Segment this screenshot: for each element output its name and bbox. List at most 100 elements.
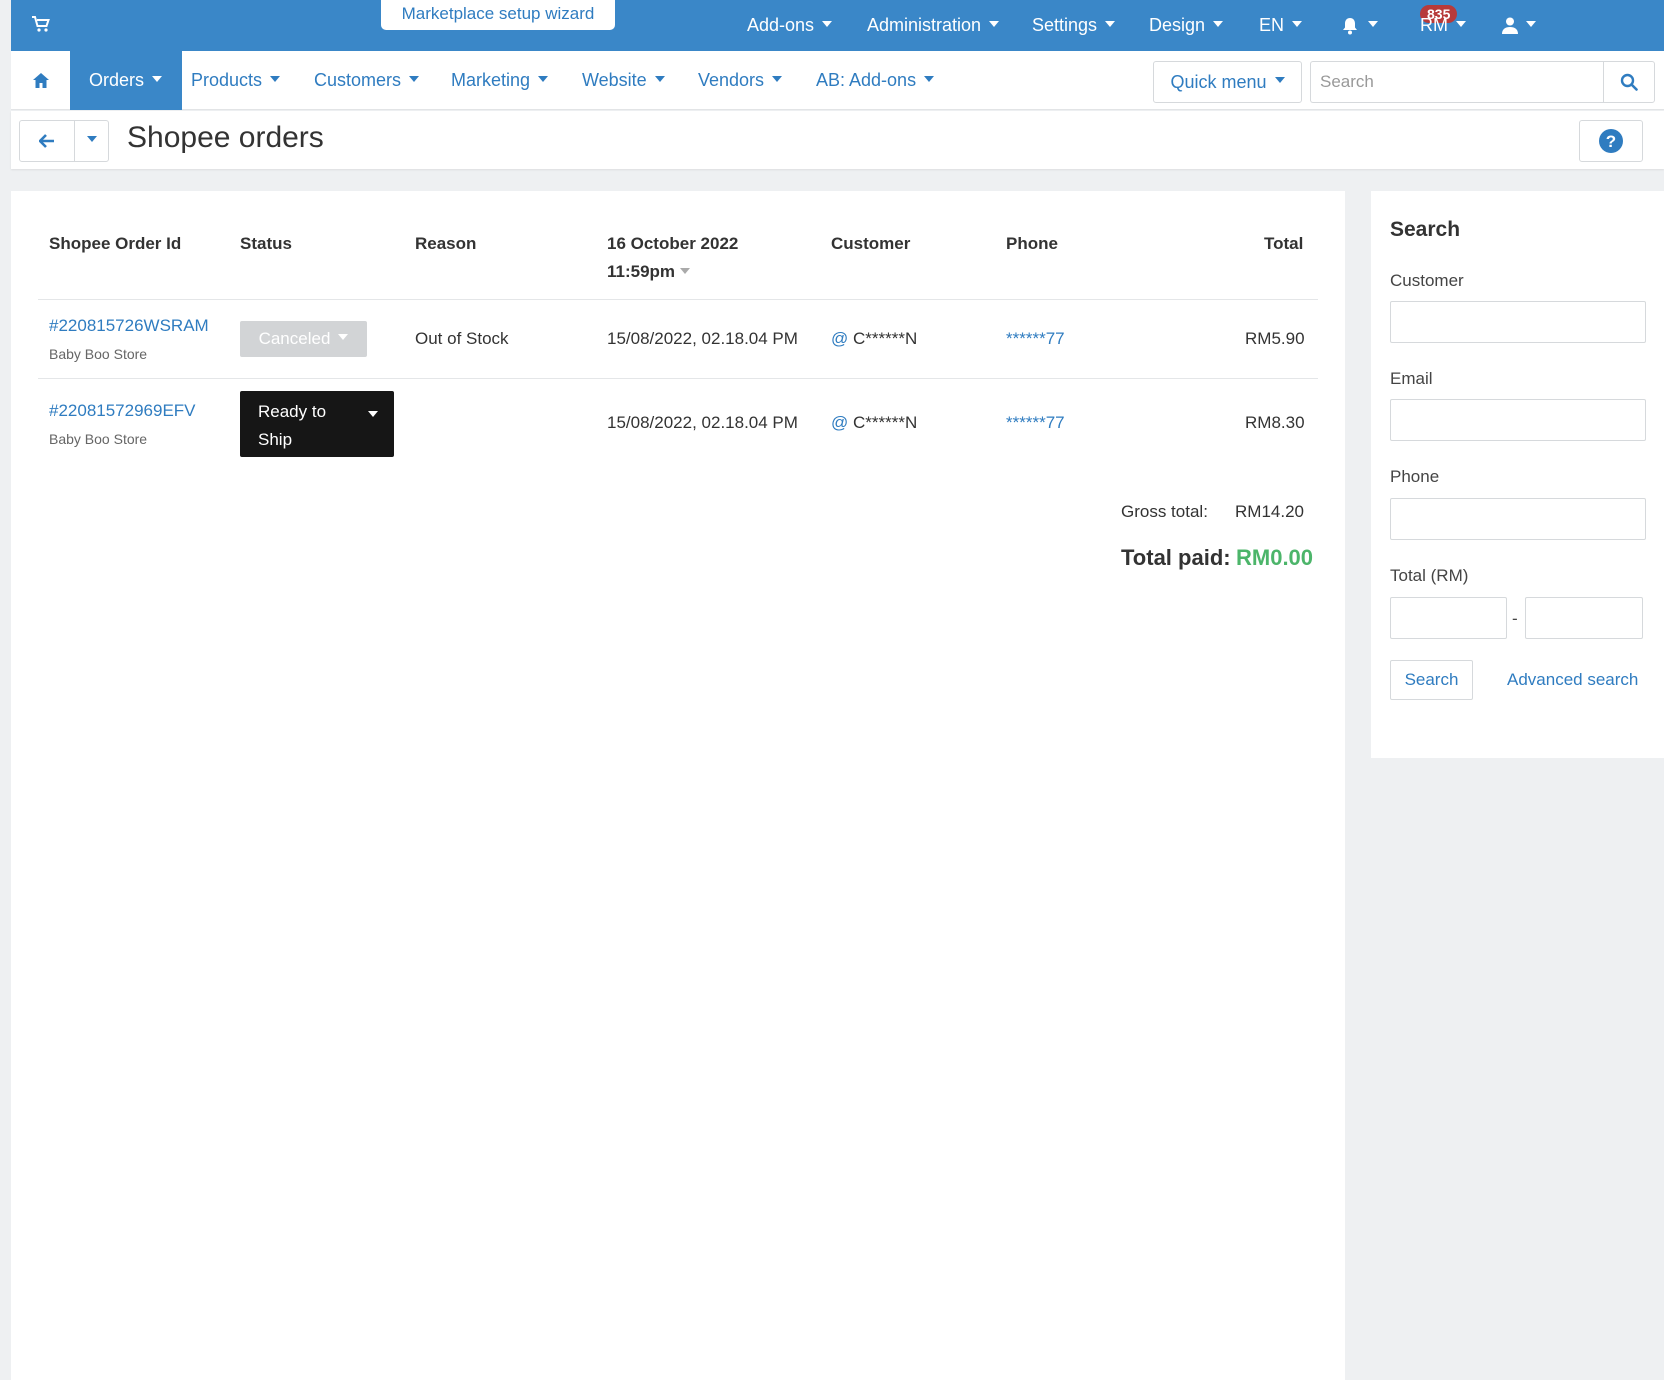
menu-label: Settings	[1032, 15, 1098, 35]
caret-down-icon	[1368, 20, 1378, 27]
menu-label: EN	[1259, 15, 1285, 35]
total-max-input[interactable]	[1525, 597, 1643, 639]
customer-label: Customer	[1390, 271, 1464, 290]
order-id-link[interactable]: #220815726WSRAM	[49, 316, 209, 336]
nav-products[interactable]: Products	[191, 51, 281, 110]
header-date[interactable]: 16 October 2022 11:59pm	[607, 230, 738, 286]
order-total: RM5.90	[1245, 329, 1305, 348]
customer-search-input[interactable]	[1390, 301, 1646, 343]
caret-down-icon	[86, 136, 97, 142]
nav-ab-add-ons[interactable]: AB: Add-ons	[816, 51, 935, 110]
caret-down-icon	[772, 75, 783, 82]
search-sidebar: Search Customer Email Phone Total (RM) -…	[1371, 191, 1664, 758]
nav-label: Website	[582, 70, 647, 90]
nav-label: Vendors	[698, 70, 765, 90]
menu-label: Administration	[867, 15, 982, 35]
nav-website[interactable]: Website	[582, 51, 665, 110]
store-name: Baby Boo Store	[49, 431, 148, 447]
menu-label: Add-ons	[747, 15, 815, 35]
page-title: Shopee orders	[127, 121, 324, 154]
caret-down-icon	[654, 75, 665, 82]
home-button[interactable]	[11, 51, 70, 110]
reason-text: Out of Stock	[415, 329, 509, 348]
nav-orders[interactable]: Orders	[70, 51, 182, 110]
top-bar	[11, 0, 1664, 51]
advanced-search-link[interactable]: Advanced search	[1507, 670, 1638, 690]
caret-down-icon	[822, 20, 833, 27]
gross-total-label: Gross total:	[1121, 502, 1208, 521]
nav-label: AB: Add-ons	[816, 70, 917, 90]
total-paid-value: RM0.00	[1236, 545, 1314, 570]
global-search-button[interactable]	[1603, 61, 1655, 103]
header-reason[interactable]: Reason	[415, 230, 476, 258]
quick-menu-label: Quick menu	[1170, 71, 1267, 92]
quick-menu-button[interactable]: Quick menu	[1153, 61, 1302, 103]
email-at-icon[interactable]: @	[831, 329, 848, 348]
global-search-input[interactable]	[1310, 61, 1604, 103]
menu-add-ons[interactable]: Add-ons	[747, 0, 833, 51]
nav-label: Customers	[314, 70, 402, 90]
header-customer[interactable]: Customer	[831, 230, 910, 258]
caret-down-icon	[1292, 20, 1303, 27]
email-label: Email	[1390, 369, 1433, 388]
menu-settings[interactable]: Settings	[1032, 0, 1116, 51]
user-menu[interactable]	[1502, 0, 1536, 51]
svg-text:?: ?	[1606, 132, 1616, 151]
nav-vendors[interactable]: Vendors	[698, 51, 783, 110]
marketplace-setup-wizard-button[interactable]: Marketplace setup wizard	[381, 0, 615, 30]
search-icon	[1620, 73, 1638, 91]
phone-link[interactable]: ******77	[1006, 413, 1065, 433]
sidebar-title: Search	[1390, 218, 1461, 241]
main-nav: Orders Products Customers Marketing Webs…	[11, 51, 1664, 110]
nav-customers[interactable]: Customers	[314, 51, 420, 110]
menu-design[interactable]: Design	[1149, 0, 1224, 51]
caret-down-icon	[1213, 20, 1224, 27]
help-icon: ?	[1599, 129, 1623, 153]
menu-label: RM	[1420, 15, 1448, 35]
arrow-left-icon	[39, 134, 54, 148]
status-dropdown-ready-to-ship[interactable]: Ready to Ship	[240, 391, 394, 457]
customer-name: C******N	[853, 329, 918, 348]
gross-total-value: RM14.20	[1235, 502, 1304, 521]
header-status[interactable]: Status	[240, 230, 292, 258]
menu-language[interactable]: EN	[1259, 0, 1303, 51]
back-history-dropdown[interactable]	[74, 120, 109, 162]
help-button[interactable]: ?	[1579, 120, 1643, 162]
caret-down-icon	[924, 75, 935, 82]
total-paid-label: Total paid:	[1121, 545, 1231, 570]
menu-currency[interactable]: RM	[1420, 0, 1466, 51]
menu-administration[interactable]: Administration	[867, 0, 1000, 51]
header-date-line1: 16 October 2022	[607, 234, 739, 253]
menu-label: Design	[1149, 15, 1206, 35]
email-search-input[interactable]	[1390, 399, 1646, 441]
notifications-button[interactable]	[1340, 0, 1378, 51]
header-phone[interactable]: Phone	[1006, 230, 1058, 258]
order-id-link[interactable]: #22081572969EFV	[49, 401, 196, 421]
caret-down-icon	[1456, 20, 1466, 27]
phone-label: Phone	[1390, 467, 1440, 486]
status-label-line1: Ready to	[258, 402, 327, 421]
home-icon	[32, 73, 49, 88]
page-header: Shopee orders ?	[11, 111, 1664, 169]
caret-down-icon	[409, 75, 420, 82]
status-dropdown-canceled[interactable]: Canceled	[240, 321, 367, 357]
orders-panel: Shopee Order Id Status Reason 16 October…	[11, 191, 1345, 1380]
total-min-input[interactable]	[1390, 597, 1507, 639]
caret-down-icon	[1274, 77, 1285, 83]
caret-down-icon	[368, 411, 378, 417]
phone-search-input[interactable]	[1390, 498, 1646, 540]
status-label-line2: Ship	[258, 430, 293, 449]
email-at-icon[interactable]: @	[831, 413, 848, 432]
nav-marketing[interactable]: Marketing	[451, 51, 549, 110]
header-total[interactable]: Total	[1264, 230, 1303, 258]
search-button[interactable]: Search	[1390, 660, 1473, 700]
user-icon	[1502, 17, 1518, 34]
order-date: 15/08/2022, 02.18.04 PM	[607, 413, 798, 432]
header-order-id[interactable]: Shopee Order Id	[49, 230, 181, 258]
phone-link[interactable]: ******77	[1006, 329, 1065, 349]
customer-cell: @ C******N	[831, 329, 917, 349]
back-button[interactable]	[19, 120, 75, 162]
table-divider	[38, 378, 1318, 379]
header-date-line2: 11:59pm	[607, 262, 676, 281]
cart-icon[interactable]	[31, 15, 51, 33]
